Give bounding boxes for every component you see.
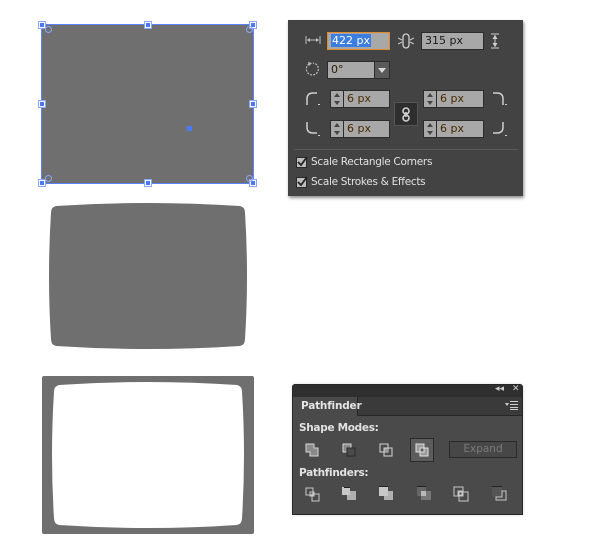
expand-button[interactable]: Expand [449,441,517,458]
corner-bottom-right-field[interactable]: 6 px [436,120,484,138]
corner-top-left-icon[interactable] [305,91,321,107]
rotate-icon [305,62,319,76]
corner-widget-top-left[interactable] [45,26,52,33]
pathfinder-panel: ◂◂ ✕ Pathfinder Shape Modes: Expand Path… [292,384,523,515]
checkmark-icon [297,176,308,187]
rotation-field[interactable]: 0° [327,61,375,79]
scale-strokes-label: Scale Strokes & Effects [311,176,426,188]
warped-rectangle[interactable] [48,203,248,349]
merge-button[interactable] [376,484,398,506]
merge-icon [379,486,393,500]
minus-front-icon [342,443,356,457]
panel-divider [294,149,518,150]
panel-menu-icon[interactable] [505,401,518,410]
corner-top-left-field[interactable]: 6 px [343,90,390,108]
unite-icon [305,443,319,457]
intersect-icon [379,443,393,457]
transform-panel: 422 px 315 px 0° 6 px 6 px 6 px 6 px Sca… [288,20,523,196]
outline-icon [453,486,469,502]
width-icon [305,36,321,44]
corner-widget-top-right[interactable] [246,26,253,33]
unite-button[interactable] [301,439,323,461]
constrain-proportions-icon[interactable] [398,32,414,50]
minus-front-button[interactable] [338,439,360,461]
tab-pathfinder[interactable]: Pathfinder [293,397,362,416]
handle-middle-left[interactable] [38,100,46,108]
rotation-dropdown[interactable] [374,61,390,79]
trim-button[interactable] [339,484,361,506]
divide-button[interactable] [303,484,325,506]
corner-bottom-right-icon[interactable] [491,121,507,137]
exclude-icon [415,443,429,457]
minus-back-icon [492,486,507,501]
collapse-icon[interactable]: ◂◂ [495,384,504,394]
height-icon [491,33,499,49]
scale-corners-checkbox[interactable] [296,156,308,168]
scale-strokes-checkbox[interactable] [296,176,308,188]
trim-icon [342,487,356,500]
corner-widget-bottom-left[interactable] [45,175,52,182]
panel-titlebar[interactable]: ◂◂ ✕ [293,384,522,397]
link-icon [402,107,410,122]
corner-top-right-field[interactable]: 6 px [436,90,484,108]
crop-button[interactable] [414,484,436,506]
close-icon[interactable]: ✕ [512,384,520,394]
handle-top-center[interactable] [144,21,152,29]
corner-bottom-left-field[interactable]: 6 px [343,120,390,138]
corner-widget-bottom-right[interactable] [246,175,253,182]
corner-bottom-left-icon[interactable] [305,121,321,137]
crop-icon [417,486,431,500]
pathfinders-label: Pathfinders: [299,467,369,479]
outline-button[interactable] [451,484,473,506]
exclude-button[interactable] [410,438,434,462]
minus-back-button[interactable] [489,484,511,506]
corner-top-left-stepper[interactable] [330,90,344,108]
scale-corners-label: Scale Rectangle Corners [311,156,433,168]
link-corners-button[interactable] [394,102,418,126]
handle-middle-right[interactable] [249,100,257,108]
corner-top-right-icon[interactable] [491,91,507,107]
corner-bottom-right-stepper[interactable] [423,120,437,138]
corner-bottom-left-stepper[interactable] [330,120,344,138]
corner-top-right-stepper[interactable] [423,90,437,108]
intersect-button[interactable] [375,439,397,461]
center-point [187,126,192,131]
height-field[interactable]: 315 px [421,32,484,50]
shape-modes-label: Shape Modes: [299,422,379,434]
divide-icon [305,487,320,502]
handle-bottom-center[interactable] [144,179,152,187]
selected-rectangle[interactable] [41,24,254,184]
checkmark-icon [297,156,308,167]
frame-with-cutout[interactable] [42,376,254,534]
panel-tabbar: Pathfinder [293,397,522,416]
width-field[interactable]: 422 px [327,32,390,50]
